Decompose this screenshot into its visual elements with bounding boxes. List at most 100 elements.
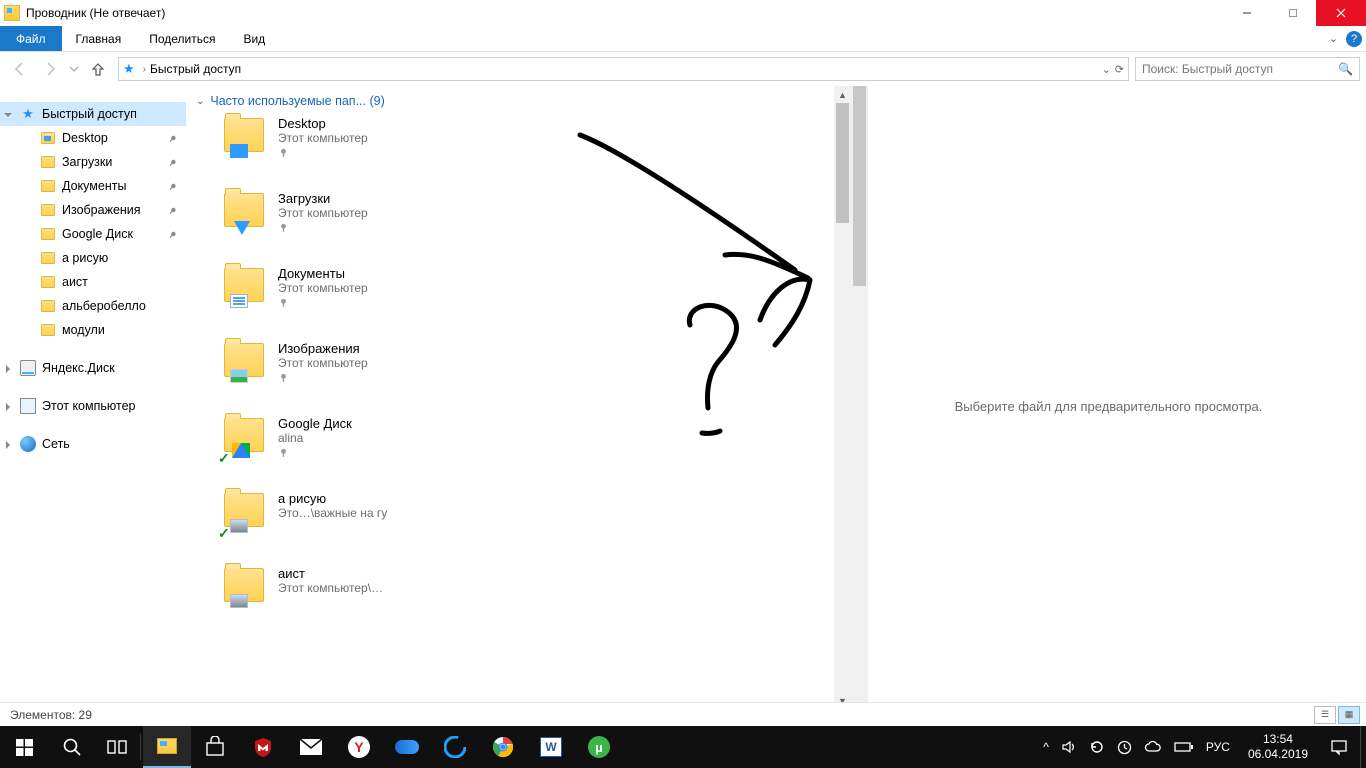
- folder-location: Этот компьютер: [278, 206, 564, 220]
- navigation-pane[interactable]: ★ Быстрый доступ DesktopЗагрузкиДокумент…: [0, 86, 186, 726]
- folder-name: а рисую: [278, 491, 564, 506]
- taskbar-clock[interactable]: 13:54 06.04.2019: [1238, 732, 1318, 762]
- folder-large-icon: [224, 114, 268, 158]
- ribbon-tab-home[interactable]: Главная: [62, 26, 136, 51]
- recent-locations-button[interactable]: [66, 55, 82, 83]
- address-bar[interactable]: ★ › Быстрый доступ ⌄ ⟳: [118, 57, 1129, 81]
- folder-item[interactable]: ДокументыЭтот компьютер: [224, 264, 564, 339]
- nav-this-pc-label: Этот компьютер: [42, 399, 135, 413]
- tray-volume-icon[interactable]: [1061, 739, 1077, 755]
- content-pane: ⌄ Часто используемые пап... (9) DesktopЭ…: [186, 86, 851, 726]
- taskbar-yandex-browser[interactable]: Y: [335, 726, 383, 768]
- taskbar-chrome[interactable]: [479, 726, 527, 768]
- preview-vertical-scrollbar[interactable]: [851, 86, 868, 726]
- folder-icon: [40, 298, 56, 314]
- nav-item[interactable]: Документы: [20, 174, 186, 198]
- nav-item[interactable]: а рисую: [20, 246, 186, 270]
- status-bar: Элементов: 29 ☰ ▦: [0, 702, 1366, 726]
- folder-item[interactable]: аистЭтот компьютер\…: [224, 564, 564, 639]
- tray-cloud-icon[interactable]: [1144, 740, 1162, 754]
- view-large-icons-button[interactable]: ▦: [1338, 706, 1360, 724]
- maximize-button[interactable]: [1270, 0, 1316, 26]
- group-collapse-icon[interactable]: ⌄: [196, 96, 204, 107]
- action-center-button[interactable]: [1318, 726, 1360, 768]
- folder-icon: [40, 130, 56, 146]
- folder-item[interactable]: ИзображенияЭтот компьютер: [224, 339, 564, 414]
- help-icon[interactable]: ?: [1346, 31, 1362, 47]
- nav-network[interactable]: Сеть: [0, 432, 186, 456]
- folder-name: Загрузки: [278, 191, 564, 206]
- pin-icon: [166, 204, 177, 215]
- tray-sync-icon[interactable]: [1089, 739, 1105, 755]
- view-details-button[interactable]: ☰: [1314, 706, 1336, 724]
- preview-scroll-thumb[interactable]: [853, 86, 866, 286]
- scroll-thumb[interactable]: [836, 103, 849, 223]
- ribbon-tab-view[interactable]: Вид: [229, 26, 279, 51]
- nav-item[interactable]: модули: [20, 318, 186, 342]
- nav-yandex-disk[interactable]: Яндекс.Диск: [0, 356, 186, 380]
- taskbar-mcafee[interactable]: [239, 726, 287, 768]
- taskbar-explorer[interactable]: [143, 726, 191, 768]
- show-desktop-button[interactable]: [1360, 726, 1366, 768]
- nav-yandex-disk-label: Яндекс.Диск: [42, 361, 115, 375]
- ribbon-tab-share[interactable]: Поделиться: [135, 26, 229, 51]
- breadcrumb[interactable]: Быстрый доступ: [150, 62, 241, 76]
- scroll-up-arrow-icon[interactable]: ▲: [834, 86, 851, 103]
- nav-this-pc[interactable]: Этот компьютер: [0, 394, 186, 418]
- task-view-button[interactable]: [96, 726, 138, 768]
- folder-large-icon: [224, 339, 268, 383]
- pin-icon: [166, 228, 177, 239]
- taskbar-app-blue[interactable]: [383, 726, 431, 768]
- refresh-icon[interactable]: ⟳: [1115, 63, 1124, 76]
- nav-item[interactable]: Изображения: [20, 198, 186, 222]
- folder-item[interactable]: а рисуюЭто…\важные на гу: [224, 489, 564, 564]
- status-items-label: Элементов:: [10, 708, 75, 722]
- folder-item[interactable]: Google Дискalina: [224, 414, 564, 489]
- preview-message: Выберите файл для предварительного просм…: [955, 399, 1263, 414]
- folder-item[interactable]: DesktopЭтот компьютер: [224, 114, 564, 189]
- content-vertical-scrollbar[interactable]: ▲ ▼: [834, 86, 851, 726]
- pc-icon: [20, 398, 36, 414]
- taskbar-opera[interactable]: [431, 726, 479, 768]
- folder-icon: [40, 202, 56, 218]
- taskbar-store[interactable]: [191, 726, 239, 768]
- tray-overflow-icon[interactable]: ^: [1043, 740, 1049, 754]
- nav-item[interactable]: аист: [20, 270, 186, 294]
- back-button[interactable]: [6, 55, 34, 83]
- nav-item-label: а рисую: [62, 251, 108, 265]
- navigation-row: ★ › Быстрый доступ ⌄ ⟳ 🔍: [0, 52, 1366, 86]
- nav-item[interactable]: Загрузки: [20, 150, 186, 174]
- search-input[interactable]: [1142, 62, 1338, 76]
- taskbar-mail[interactable]: [287, 726, 335, 768]
- nav-network-label: Сеть: [42, 437, 70, 451]
- search-box[interactable]: 🔍: [1135, 57, 1360, 81]
- nav-item[interactable]: альберобелло: [20, 294, 186, 318]
- nav-item[interactable]: Desktop: [20, 126, 186, 150]
- tray-clock-icon[interactable]: [1117, 740, 1132, 755]
- folder-location: Этот компьютер: [278, 281, 564, 295]
- preview-pane: Выберите файл для предварительного просм…: [851, 86, 1366, 726]
- ribbon-file-tab[interactable]: Файл: [0, 26, 62, 51]
- tray-language[interactable]: РУС: [1206, 740, 1230, 754]
- search-icon[interactable]: 🔍: [1338, 62, 1353, 76]
- sync-check-icon: [218, 525, 230, 537]
- folder-item[interactable]: ЗагрузкиЭтот компьютер: [224, 189, 564, 264]
- ribbon-expand-icon[interactable]: ⌄: [1329, 32, 1338, 45]
- start-button[interactable]: [0, 726, 48, 768]
- close-button[interactable]: [1316, 0, 1366, 26]
- disk-icon: [20, 360, 36, 376]
- folder-icon: [40, 322, 56, 338]
- nav-quick-access[interactable]: ★ Быстрый доступ: [0, 102, 186, 126]
- up-button[interactable]: [84, 55, 112, 83]
- folder-name: аист: [278, 566, 564, 581]
- taskbar-word[interactable]: W: [527, 726, 575, 768]
- tray-battery-icon[interactable]: [1174, 741, 1194, 753]
- nav-item[interactable]: Google Диск: [20, 222, 186, 246]
- search-button[interactable]: [48, 726, 96, 768]
- minimize-button[interactable]: [1224, 0, 1270, 26]
- nav-quick-access-label: Быстрый доступ: [42, 107, 137, 121]
- address-dropdown-icon[interactable]: ⌄: [1102, 63, 1111, 76]
- taskbar-utorrent[interactable]: µ: [575, 726, 623, 768]
- group-header[interactable]: ⌄ Часто используемые пап... (9): [186, 86, 851, 114]
- forward-button[interactable]: [36, 55, 64, 83]
